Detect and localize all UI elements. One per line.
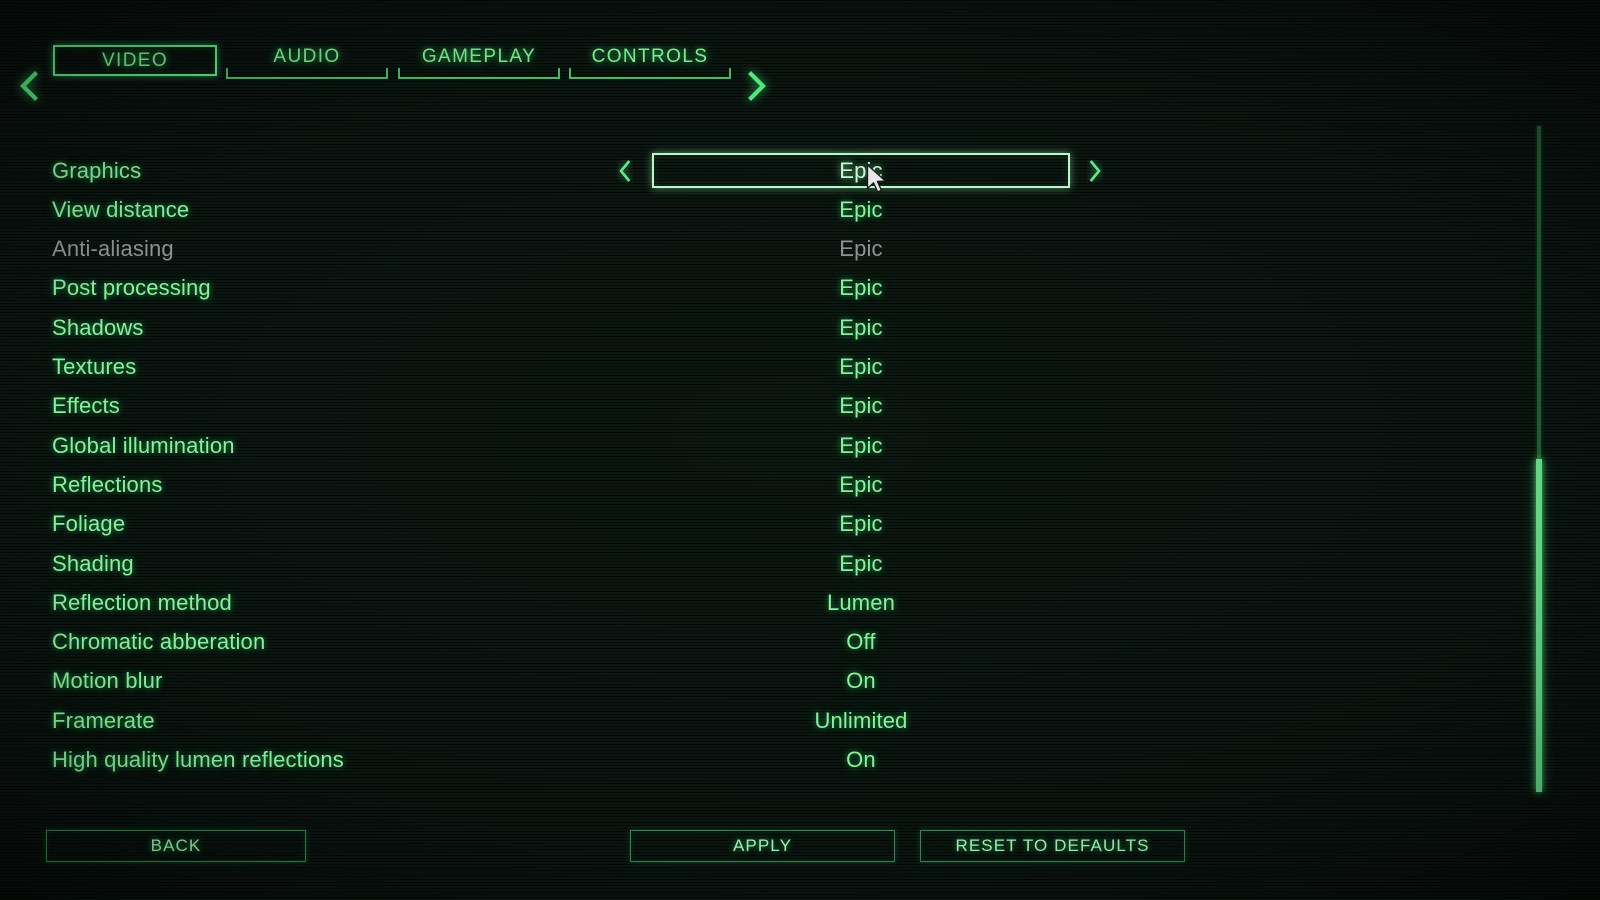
setting-label: Foliage (52, 511, 126, 537)
setting-label: Chromatic abberation (52, 629, 266, 655)
setting-row[interactable]: Reflections Epic (0, 465, 1520, 504)
setting-increment-button[interactable] (1082, 156, 1108, 186)
setting-label: Post processing (52, 275, 211, 301)
setting-row[interactable]: Shading Epic (0, 544, 1520, 583)
setting-label: Framerate (52, 707, 155, 733)
setting-row[interactable]: Effects Epic (0, 387, 1520, 426)
setting-row[interactable]: Global illumination Epic (0, 426, 1520, 465)
setting-value[interactable]: Epic (652, 197, 1070, 223)
setting-value[interactable]: Epic (652, 354, 1070, 380)
setting-value[interactable]: Epic (652, 472, 1070, 498)
setting-label: View distance (52, 196, 190, 222)
back-button-label: BACK (150, 836, 202, 855)
setting-decrement-button[interactable] (612, 156, 638, 186)
setting-value[interactable]: On (652, 747, 1070, 773)
reset-to-defaults-button[interactable]: RESET TO DEFAULTS (920, 830, 1185, 862)
setting-value[interactable]: Off (652, 629, 1070, 655)
tab-controls[interactable]: CONTROLS (569, 45, 731, 79)
setting-value[interactable]: Epic (652, 551, 1070, 577)
chevron-left-icon (619, 160, 631, 182)
setting-row[interactable]: Motion blur On (0, 662, 1520, 701)
setting-value[interactable]: Unlimited (652, 708, 1070, 734)
setting-value[interactable]: Epic (652, 433, 1070, 459)
settings-scrollbar[interactable] (1536, 126, 1542, 792)
tab-audio-label: AUDIO (273, 46, 341, 67)
tab-audio[interactable]: AUDIO (226, 45, 388, 79)
apply-button[interactable]: APPLY (630, 830, 895, 862)
scrollbar-thumb[interactable] (1536, 459, 1542, 792)
setting-row[interactable]: Framerate Unlimited (0, 701, 1520, 740)
setting-value[interactable]: On (652, 668, 1070, 694)
setting-label: Reflections (52, 471, 163, 497)
setting-label: Global illumination (52, 432, 235, 458)
setting-value[interactable]: Epic (652, 511, 1070, 537)
reset-to-defaults-button-label: RESET TO DEFAULTS (955, 836, 1150, 855)
tab-video[interactable]: VIDEO (53, 45, 217, 76)
back-button[interactable]: BACK (46, 830, 306, 862)
chevron-right-icon (1089, 160, 1101, 182)
setting-row[interactable]: Chromatic abberation Off (0, 623, 1520, 662)
setting-label: High quality lumen reflections (52, 747, 344, 772)
setting-value[interactable]: Lumen (652, 590, 1070, 616)
setting-row[interactable]: Shadows Epic (0, 308, 1520, 347)
tab-gameplay[interactable]: GAMEPLAY (398, 45, 560, 79)
tab-controls-label: CONTROLS (591, 46, 709, 67)
settings-screen: VIDEO AUDIO GAMEPLAY CONTROLS Graphics Ep… (0, 0, 1600, 900)
setting-row[interactable]: Graphics Epic (0, 151, 1520, 190)
setting-label: Shadows (52, 314, 144, 340)
setting-label: Reflection method (52, 589, 232, 615)
setting-row[interactable]: High quality lumen reflections On (0, 741, 1520, 780)
tab-gameplay-label: GAMEPLAY (421, 46, 537, 67)
settings-list: Graphics Epic View distance Epic Anti-aliasi… (0, 118, 1520, 808)
setting-label: Anti-aliasing (52, 236, 174, 262)
setting-label: Effects (52, 393, 120, 419)
apply-button-label: APPLY (732, 836, 793, 855)
footer-button-bar: BACK APPLY RESET TO DEFAULTS (0, 830, 1600, 870)
setting-row[interactable]: Reflection method Lumen (0, 583, 1520, 622)
setting-label: Shading (52, 550, 134, 576)
setting-row[interactable]: Anti-aliasing Epic (0, 230, 1520, 269)
setting-label: Textures (52, 354, 137, 379)
setting-row[interactable]: Textures Epic (0, 348, 1520, 387)
previous-tab-button[interactable] (12, 66, 46, 106)
settings-tab-bar: VIDEO AUDIO GAMEPLAY CONTROLS (0, 30, 1600, 101)
setting-value[interactable]: Epic (652, 236, 1070, 262)
chevron-left-icon (20, 71, 38, 101)
setting-row[interactable]: Post processing Epic (0, 269, 1520, 308)
setting-label: Motion blur (52, 668, 163, 694)
setting-value[interactable]: Epic (652, 275, 1070, 301)
setting-label: Graphics (52, 157, 142, 183)
setting-value[interactable]: Epic (652, 393, 1070, 419)
setting-row[interactable]: View distance Epic (0, 190, 1520, 229)
next-tab-button[interactable] (740, 66, 774, 106)
setting-value: Epic (839, 157, 883, 183)
chevron-right-icon (748, 71, 766, 101)
setting-value[interactable]: Epic (652, 315, 1070, 341)
tab-video-label: VIDEO (101, 49, 169, 71)
setting-row[interactable]: Foliage Epic (0, 505, 1520, 544)
